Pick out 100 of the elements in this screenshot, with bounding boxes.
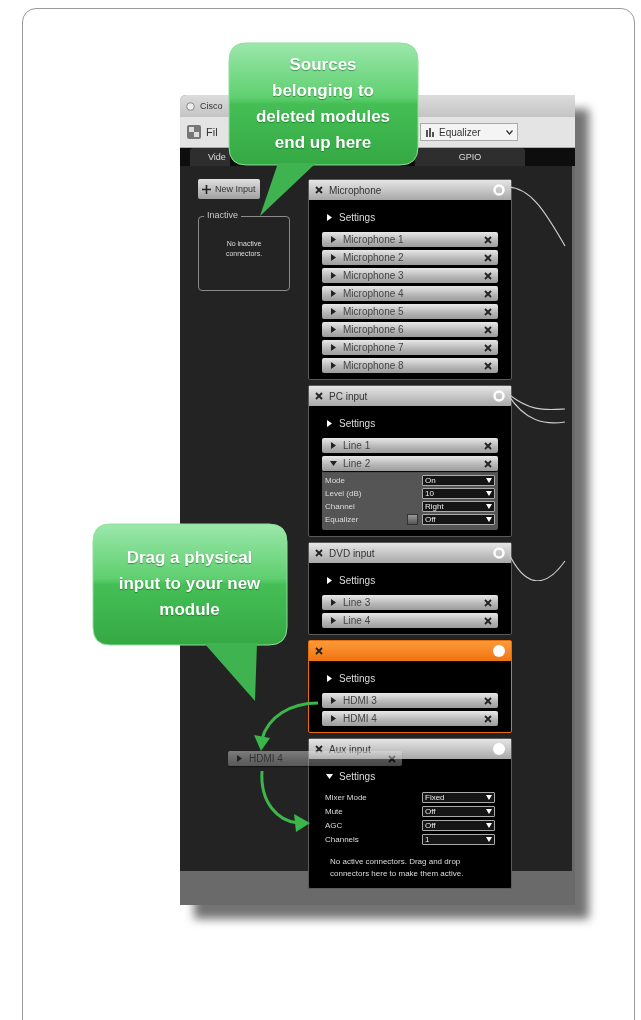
equalizer-dropdown[interactable]: Equalizer <box>420 123 518 141</box>
close-icon[interactable] <box>484 361 492 370</box>
close-icon[interactable] <box>315 647 323 655</box>
close-icon[interactable] <box>315 549 323 557</box>
caret-icon <box>486 478 492 483</box>
connector-item[interactable]: HDMI 4 <box>322 711 498 726</box>
dropdown[interactable]: Fixed <box>422 792 495 803</box>
close-icon[interactable] <box>484 307 492 316</box>
close-icon[interactable] <box>484 696 492 705</box>
dropdown[interactable]: Off <box>422 514 495 525</box>
caret-icon[interactable] <box>330 697 337 704</box>
caret-icon[interactable] <box>326 674 333 682</box>
connector-label: Microphone 5 <box>343 306 405 317</box>
callout-text: Drag a physical input to your new module <box>117 547 262 621</box>
connector-item[interactable]: Line 4 <box>322 613 498 628</box>
caret-icon <box>486 823 492 828</box>
caret-icon[interactable] <box>326 419 333 427</box>
caret-icon[interactable] <box>330 460 337 467</box>
close-icon[interactable] <box>484 441 492 450</box>
connector-port-icon[interactable] <box>493 645 505 657</box>
caret-icon[interactable] <box>330 362 337 369</box>
field-label: AGC <box>325 821 344 830</box>
caret-icon[interactable] <box>330 272 337 279</box>
window-title: Cisco <box>200 101 223 111</box>
curved-arrow <box>254 701 319 751</box>
settings-toggle[interactable]: Settings <box>326 414 376 432</box>
caret-icon[interactable] <box>330 290 337 297</box>
connector-item[interactable]: Line 2 <box>322 456 498 471</box>
connector-item[interactable]: Microphone 6 <box>322 322 498 337</box>
empty-message: No active connectors. Drag and drop connectors here to make them active. <box>330 856 465 880</box>
close-icon[interactable] <box>484 253 492 262</box>
connector-item[interactable]: HDMI 3 <box>322 693 498 708</box>
equalizer-icon <box>425 127 435 137</box>
file-menu[interactable]: Fil <box>186 124 218 140</box>
field-label: Mixer Mode <box>325 793 368 802</box>
close-icon[interactable] <box>484 616 492 625</box>
caret-icon[interactable] <box>330 254 337 261</box>
settings-toggle[interactable]: Settings <box>326 669 376 687</box>
caret-icon[interactable] <box>330 442 337 449</box>
connector-label: Microphone 2 <box>343 252 405 263</box>
caret-icon <box>506 129 513 135</box>
close-icon[interactable] <box>484 343 492 352</box>
connector-item[interactable]: Line 3 <box>322 595 498 610</box>
caret-icon[interactable] <box>330 617 337 624</box>
module-title: Microphone <box>329 184 383 196</box>
settings-toggle[interactable]: Settings <box>326 208 376 226</box>
new-input-button[interactable]: New Input <box>198 179 260 199</box>
close-icon[interactable] <box>484 714 492 723</box>
connector-item[interactable]: Microphone 1 <box>322 232 498 247</box>
caret-icon[interactable] <box>330 715 337 722</box>
dropdown[interactable]: Off <box>422 806 495 817</box>
caret-icon[interactable] <box>326 576 333 584</box>
settings-toggle[interactable]: Settings <box>326 767 376 785</box>
connector-item[interactable]: Line 1 <box>322 438 498 453</box>
dropdown[interactable]: Right <box>422 501 495 512</box>
tab[interactable]: GPIO <box>415 148 525 166</box>
tab[interactable]: Vide <box>190 148 230 166</box>
field-label: Equalizer <box>325 515 360 524</box>
close-icon[interactable] <box>484 325 492 334</box>
caret-icon[interactable] <box>330 326 337 333</box>
close-icon[interactable] <box>484 598 492 607</box>
caret-icon[interactable] <box>326 213 333 221</box>
connector-item[interactable]: Microphone 3 <box>322 268 498 283</box>
field-label: Mode <box>325 476 346 485</box>
close-icon[interactable] <box>315 745 323 753</box>
close-icon[interactable] <box>315 186 323 194</box>
app-icon <box>186 101 195 111</box>
edit-button[interactable] <box>407 514 418 525</box>
connector-label: HDMI 4 <box>343 713 378 724</box>
caret-icon <box>486 809 492 814</box>
caret-icon <box>486 504 492 509</box>
connector-item[interactable]: Microphone 4 <box>322 286 498 301</box>
close-icon[interactable] <box>484 459 492 468</box>
connector-item[interactable]: Microphone 5 <box>322 304 498 319</box>
settings-toggle[interactable]: Settings <box>326 571 376 589</box>
connector-item[interactable]: Microphone 2 <box>322 250 498 265</box>
caret-icon[interactable] <box>330 236 337 243</box>
connector-item[interactable]: Microphone 7 <box>322 340 498 355</box>
field-label: Mute <box>325 807 344 816</box>
close-icon[interactable] <box>484 271 492 280</box>
dropdown[interactable]: 1 <box>422 834 495 845</box>
caret-icon <box>486 837 492 842</box>
curved-arrow <box>260 770 310 832</box>
module-title: PC input <box>329 390 369 402</box>
caret-icon <box>486 517 492 522</box>
dropdown[interactable]: Off <box>422 820 495 831</box>
connector-label: Line 4 <box>343 615 372 626</box>
dropdown[interactable]: 10 <box>422 488 495 499</box>
connector-label: Microphone 6 <box>343 324 405 335</box>
close-icon[interactable] <box>484 289 492 298</box>
caret-icon[interactable] <box>330 308 337 315</box>
caret-icon[interactable] <box>330 344 337 351</box>
close-icon[interactable] <box>484 235 492 244</box>
caret-icon[interactable] <box>330 599 337 606</box>
close-icon[interactable] <box>315 392 323 400</box>
caret-icon[interactable] <box>326 772 333 780</box>
connector-label: Microphone 3 <box>343 270 405 281</box>
callout-text: Sources belonging to deleted modules end up here <box>254 53 392 154</box>
connector-item[interactable]: Microphone 8 <box>322 358 498 373</box>
dropdown[interactable]: On <box>422 475 495 486</box>
